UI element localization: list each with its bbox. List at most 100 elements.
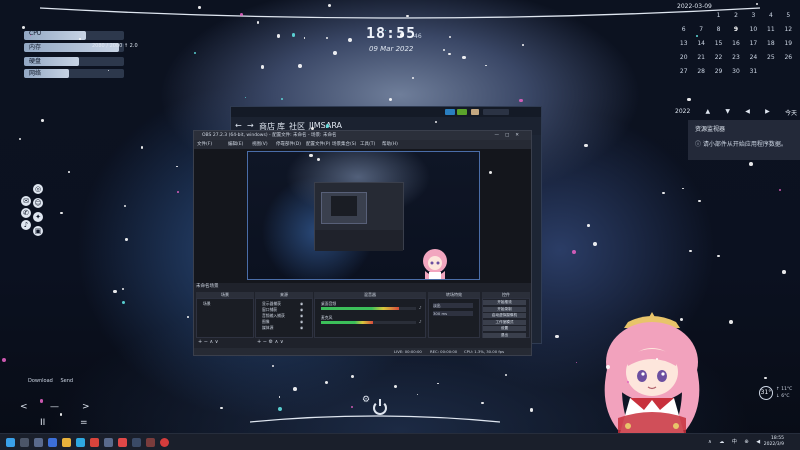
menu-tools[interactable]: 工具(T) [360, 140, 375, 149]
volume-meter[interactable] [321, 321, 416, 324]
menu-file[interactable]: 文件(F) [197, 140, 212, 149]
calendar-day[interactable]: 2 [727, 12, 744, 19]
menu-help[interactable]: 帮助(H) [382, 140, 398, 149]
game-icon[interactable]: ✦ [33, 212, 43, 222]
previous-button[interactable]: < [20, 402, 28, 412]
visibility-eye-icon[interactable]: ◉ [300, 313, 303, 318]
calendar-day[interactable]: 6 [675, 26, 692, 33]
calendar-day[interactable]: 30 [727, 68, 744, 75]
task-view-icon[interactable] [34, 438, 43, 447]
calendar-day[interactable]: 3 [745, 12, 762, 19]
calendar-day[interactable]: 18 [762, 40, 779, 47]
calendar-day[interactable]: 26 [780, 54, 797, 61]
qq-icon[interactable]: ☺ [33, 198, 43, 208]
speaker-icon[interactable]: ♪ [419, 319, 421, 324]
control-button[interactable]: 退出 [483, 332, 526, 338]
calendar-day[interactable] [692, 12, 709, 19]
visibility-eye-icon[interactable]: ◉ [300, 319, 303, 324]
control-button[interactable]: 启动虚拟摄像机 [483, 313, 526, 318]
app-icon[interactable] [104, 438, 113, 447]
menu-docks[interactable]: 停靠部件(D) [276, 140, 301, 149]
menu-edit[interactable]: 编辑(E) [228, 140, 243, 149]
calendar-day[interactable]: 22 [710, 54, 727, 61]
mixer-dock[interactable]: 桌面音频 ♪ 麦克风 ♪ [314, 298, 426, 338]
calendar-prev-month[interactable]: ◀ [745, 108, 750, 117]
calendar-day[interactable]: 29 [710, 68, 727, 75]
steam-icon[interactable]: ◎ [33, 184, 43, 194]
calendar-day[interactable]: 12 [780, 26, 797, 33]
calendar-day[interactable]: 19 [780, 40, 797, 47]
calendar-day[interactable]: 20 [675, 54, 692, 61]
menu-profile[interactable]: 配置文件(P) [306, 140, 330, 149]
transition-duration[interactable]: 300 ms [433, 311, 473, 316]
taskbar-clock[interactable]: 18:55 2022/3/9 [764, 436, 784, 448]
power-icon[interactable] [373, 399, 387, 415]
source-dock-toolbar[interactable]: + − ⚙ ∧ ∨ [257, 339, 284, 345]
back-arrow-icon[interactable]: ← [235, 121, 242, 130]
steam-account-button[interactable] [483, 109, 509, 115]
separator-button[interactable]: — [50, 402, 59, 412]
calendar-year[interactable]: 2022 [675, 108, 690, 117]
game-taskbar-icon[interactable] [146, 438, 155, 447]
calendar-day[interactable]: 17 [745, 40, 762, 47]
calendar-day[interactable]: 9 [727, 26, 744, 33]
speaker-icon[interactable]: ♪ [419, 305, 421, 310]
control-button[interactable]: 开始录制 [483, 306, 526, 312]
volume-meter[interactable] [321, 307, 416, 310]
calendar-day[interactable]: 11 [762, 26, 779, 33]
calendar-next-month[interactable]: ▶ [765, 108, 770, 117]
menu-scene-collection[interactable]: 场景集合(S) [332, 140, 356, 149]
calendar-today-button[interactable]: 今天 [785, 108, 797, 117]
control-button[interactable]: 开始推流 [483, 300, 526, 305]
calendar-day[interactable]: 28 [692, 68, 709, 75]
calendar-day[interactable]: 7 [692, 26, 709, 33]
calendar-year-up[interactable]: ▲ [706, 108, 711, 117]
obs-taskbar-icon[interactable] [160, 438, 169, 447]
scenes-dock[interactable]: 场景 [196, 298, 254, 338]
calendar-day[interactable]: 24 [745, 54, 762, 61]
music-app-icon[interactable] [118, 438, 127, 447]
visibility-eye-icon[interactable]: ◉ [300, 325, 303, 330]
visibility-eye-icon[interactable]: ◉ [300, 307, 303, 312]
wechat-icon[interactable]: ✉ [21, 196, 31, 206]
search-icon[interactable] [20, 438, 29, 447]
calendar-day[interactable]: 27 [675, 68, 692, 75]
transition-select[interactable]: 淡出 [433, 303, 473, 308]
calendar-day[interactable]: 13 [675, 40, 692, 47]
file-explorer-icon[interactable] [62, 438, 71, 447]
folder-icon[interactable]: ▣ [33, 226, 43, 236]
system-tray[interactable]: ∧ ☁ 中 ⊕ ◀ [708, 438, 763, 445]
calendar-day[interactable]: 25 [762, 54, 779, 61]
control-button[interactable]: 设置 [483, 326, 526, 331]
calendar-day[interactable] [780, 68, 797, 75]
calendar-day[interactable]: 10 [745, 26, 762, 33]
calendar-day[interactable]: 1 [710, 12, 727, 19]
calendar-day[interactable]: 14 [692, 40, 709, 47]
chat-icon[interactable]: ✆ [21, 208, 31, 218]
calendar-day[interactable]: 31 [745, 68, 762, 75]
calendar-day[interactable]: 15 [710, 40, 727, 47]
source-item[interactable]: 媒体源 [262, 325, 273, 331]
steam-taskbar-icon[interactable] [132, 438, 141, 447]
music-icon[interactable]: ♪ [21, 220, 31, 230]
scene-item[interactable]: 场景 [203, 301, 211, 307]
calendar-day[interactable]: 16 [727, 40, 744, 47]
scene-dock-toolbar[interactable]: + − ∧ ∨ [198, 339, 218, 345]
menu-button[interactable]: = [80, 418, 88, 428]
menu-view[interactable]: 视图(V) [252, 140, 268, 149]
calendar-day[interactable]: 4 [762, 12, 779, 19]
next-button[interactable]: > [82, 402, 90, 412]
calendar-day[interactable]: 8 [710, 26, 727, 33]
widgets-icon[interactable] [48, 438, 57, 447]
edge-browser-icon[interactable] [76, 438, 85, 447]
calendar-day[interactable]: 21 [692, 54, 709, 61]
steam-titlebar[interactable] [231, 107, 541, 117]
visibility-eye-icon[interactable]: ◉ [300, 301, 303, 306]
window-controls[interactable]: —□✕ [494, 131, 525, 140]
calendar-day[interactable]: 5 [780, 12, 797, 19]
steam-notify-button[interactable] [445, 109, 455, 115]
obs-preview-canvas[interactable] [247, 151, 480, 280]
control-button[interactable]: 工作室模式 [483, 319, 526, 325]
start-icon[interactable] [6, 438, 15, 447]
calendar-day[interactable] [762, 68, 779, 75]
